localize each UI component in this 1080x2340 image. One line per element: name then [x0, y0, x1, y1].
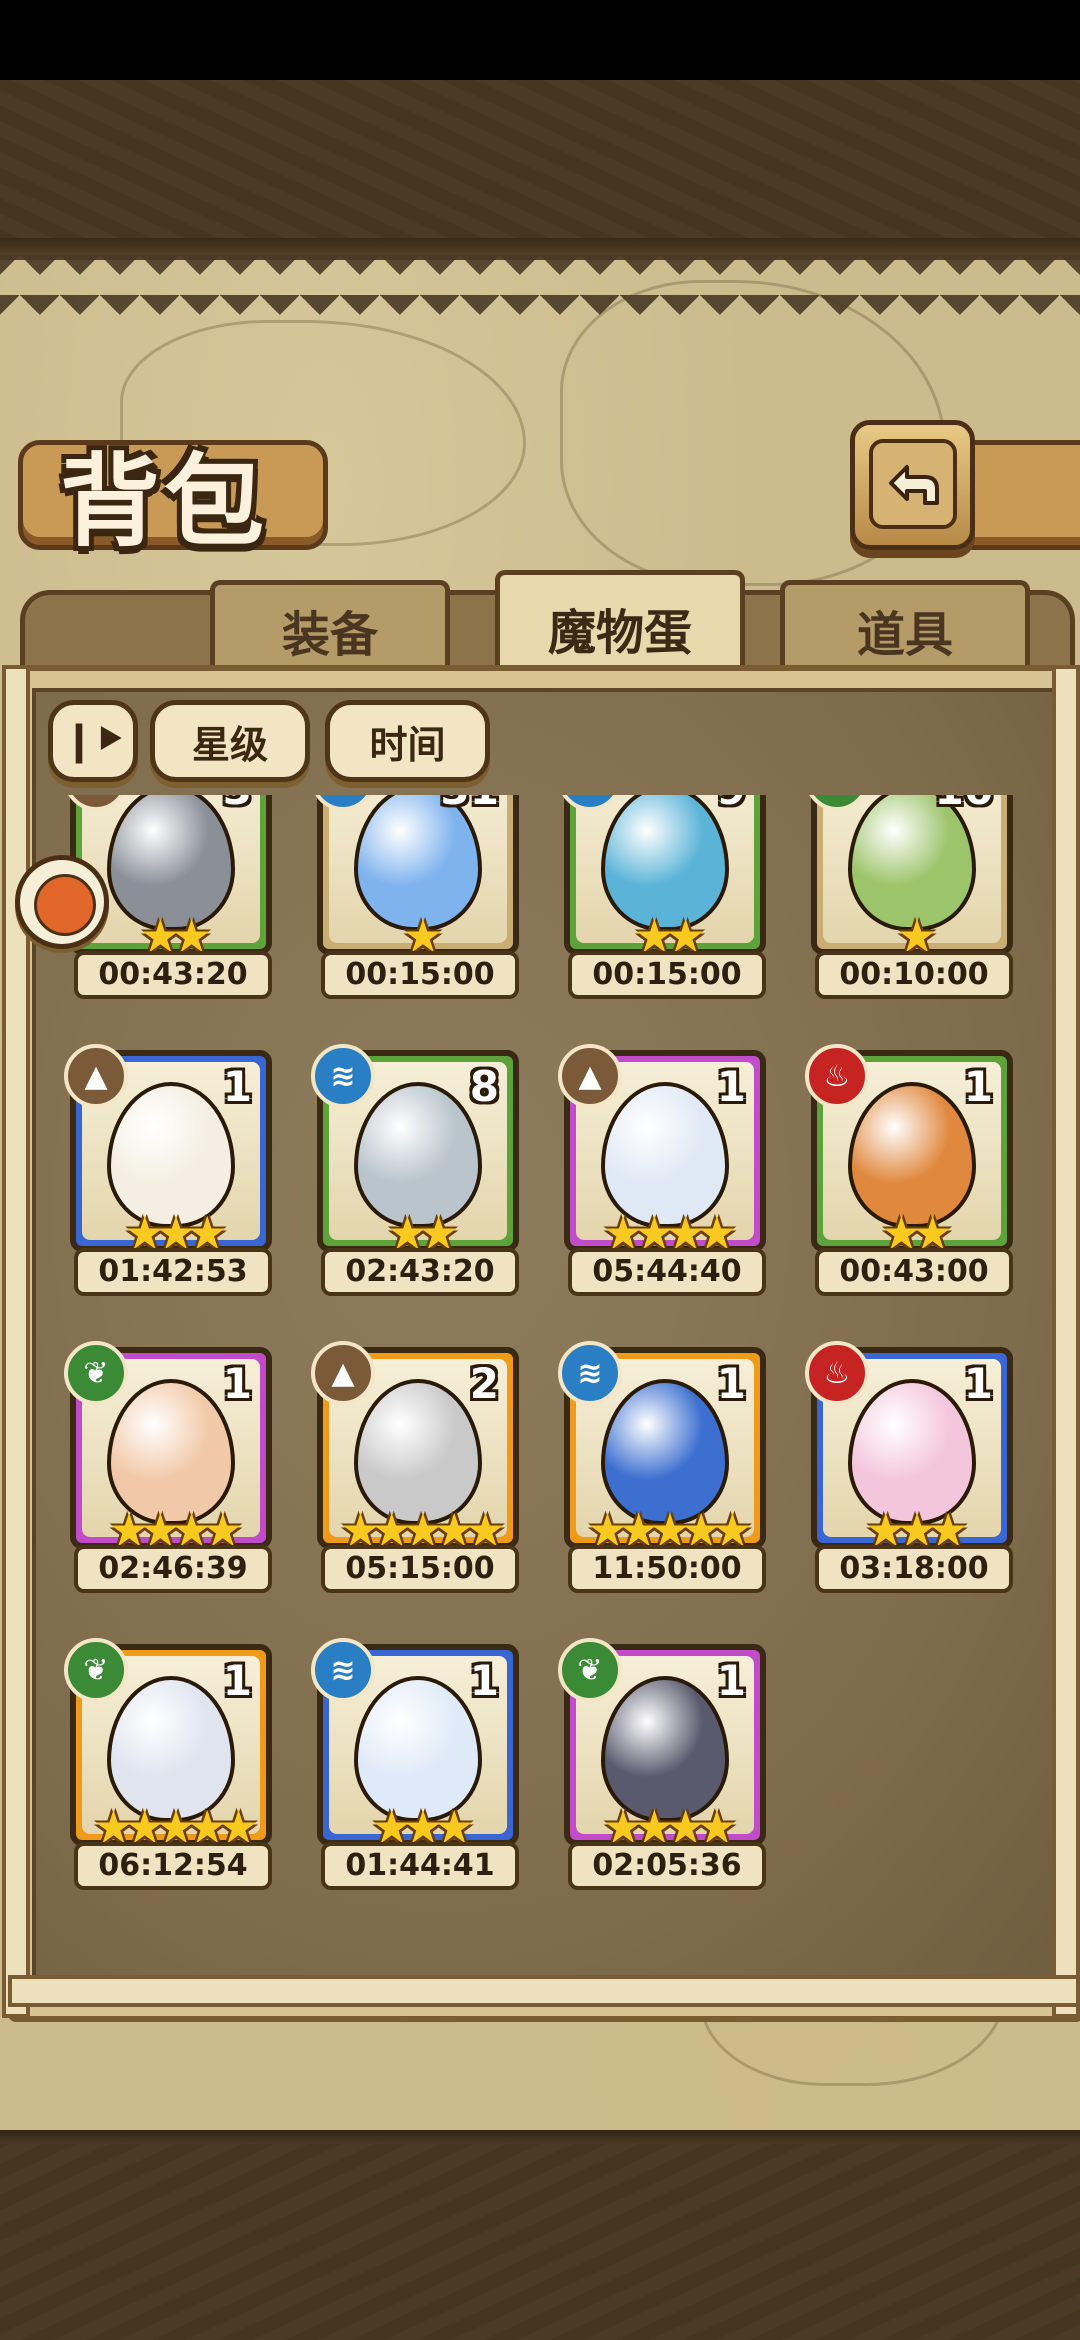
- egg-slot[interactable]: ≋ 9 ★★ 00:15:00: [558, 795, 774, 999]
- element-earth-icon: ▲: [311, 1341, 375, 1405]
- element-water-icon: ≋: [558, 1341, 622, 1405]
- egg-card[interactable]: ≋ 31 ★: [311, 795, 519, 959]
- egg-count: 1: [716, 1656, 746, 1705]
- egg-slot[interactable]: ❦ 16 ★ 00:10:00: [805, 795, 1021, 999]
- egg-card[interactable]: ♨ 1 ★★★: [805, 1341, 1013, 1553]
- egg-card[interactable]: ❦ 1 ★★★★★: [64, 1638, 272, 1850]
- element-leaf-icon: ❦: [64, 1638, 128, 1702]
- egg-slot[interactable]: ≋ 1 ★★★ 01:44:41: [311, 1638, 527, 1890]
- egg-slot[interactable]: ▲ 2 ★★★★★ 05:15:00: [311, 1341, 527, 1593]
- egg-slot[interactable]: ≋ 1 ★★★★★ 11:50:00: [558, 1341, 774, 1593]
- egg-count: 1: [963, 1359, 993, 1408]
- egg-slot[interactable]: ♨ 1 ★★ 00:43:00: [805, 1044, 1021, 1296]
- egg-count: 1: [716, 1062, 746, 1111]
- hatch-timer: 05:44:40: [568, 1248, 766, 1296]
- hatch-timer: 02:46:39: [74, 1545, 272, 1593]
- egg-card[interactable]: ❦ 1 ★★★★: [558, 1638, 766, 1850]
- egg-slot[interactable]: ❦ 1 ★★★★ 02:05:36: [558, 1638, 774, 1890]
- egg-card[interactable]: ≋ 1 ★★★★★: [558, 1341, 766, 1553]
- hatch-timer: 02:05:36: [568, 1842, 766, 1890]
- sort-by-star-label: 星级: [191, 722, 268, 767]
- element-earth-icon: ▲: [558, 1044, 622, 1108]
- egg-count: 3: [223, 795, 252, 814]
- egg-count: 1: [963, 1062, 993, 1111]
- egg-slot[interactable]: ▲ 1 ★★★★ 05:44:40: [558, 1044, 774, 1296]
- egg-count: 8: [469, 1062, 499, 1111]
- bottom-map-band: [0, 2130, 1080, 2340]
- egg-slot[interactable]: ▲ 1 ★★★ 01:42:53: [64, 1044, 280, 1296]
- tab-items[interactable]: 道具: [780, 580, 1030, 675]
- hatch-timer: 01:42:53: [74, 1248, 272, 1296]
- egg-slot[interactable]: ≋ 31 ★ 00:15:00: [311, 795, 527, 999]
- hatch-timer: 00:43:20: [74, 951, 272, 999]
- egg-count: 1: [222, 1062, 252, 1111]
- hatch-timer: 05:15:00: [321, 1545, 519, 1593]
- hatch-timer: 00:10:00: [815, 951, 1013, 999]
- egg-card[interactable]: ≋ 9 ★★: [558, 795, 766, 959]
- tab-items-label: 道具: [856, 607, 953, 663]
- hatch-timer: 00:15:00: [568, 951, 766, 999]
- tab-equipment[interactable]: 装备: [210, 580, 450, 675]
- element-fire-icon: ♨: [805, 1341, 869, 1405]
- egg-count: 1: [469, 1656, 499, 1705]
- egg-card[interactable]: ❦ 16 ★: [805, 795, 1013, 959]
- location-pin-button[interactable]: [15, 855, 109, 949]
- element-leaf-icon: ❦: [64, 1341, 128, 1405]
- element-water-icon: ≋: [311, 1638, 375, 1702]
- egg-card[interactable]: ▲ 2 ★★★★★: [311, 1341, 519, 1553]
- egg-count: 9: [717, 795, 746, 814]
- egg-card[interactable]: ≋ 8 ★★: [311, 1044, 519, 1256]
- egg-grid: ▲ 3 ★★ 00:43:20 ≋ 31 ★ 00:15:00 ≋ 9 ★★ 0…: [40, 795, 1040, 1975]
- left-rail: [2, 665, 30, 2018]
- egg-count: 1: [716, 1359, 746, 1408]
- return-arrow-icon: [869, 439, 957, 529]
- torn-edge-top: [0, 255, 1080, 315]
- tab-monster-eggs[interactable]: 魔物蛋: [495, 570, 745, 680]
- sort-toggle-button[interactable]: ❙⯈: [48, 700, 138, 782]
- right-rail: [1052, 665, 1080, 2018]
- egg-card[interactable]: ♨ 1 ★★: [805, 1044, 1013, 1256]
- bottom-rail: [8, 1975, 1080, 2007]
- element-water-icon: ≋: [311, 1044, 375, 1108]
- egg-count: 31: [441, 795, 499, 814]
- page-title: 背包: [60, 443, 268, 560]
- sort-by-time-button[interactable]: 时间: [325, 700, 490, 782]
- back-button[interactable]: [850, 420, 975, 550]
- tab-equipment-label: 装备: [281, 607, 378, 663]
- egg-count: 16: [935, 795, 993, 814]
- hatch-timer: 02:43:20: [321, 1248, 519, 1296]
- egg-count: 1: [222, 1656, 252, 1705]
- hatch-timer: 01:44:41: [321, 1842, 519, 1890]
- egg-card[interactable]: ❦ 1 ★★★★: [64, 1341, 272, 1553]
- egg-slot[interactable]: ♨ 1 ★★★ 03:18:00: [805, 1341, 1021, 1593]
- egg-card[interactable]: ≋ 1 ★★★: [311, 1638, 519, 1850]
- egg-slot[interactable]: ❦ 1 ★★★★★ 06:12:54: [64, 1638, 280, 1890]
- element-earth-icon: ▲: [64, 1044, 128, 1108]
- egg-slot[interactable]: ≋ 8 ★★ 02:43:20: [311, 1044, 527, 1296]
- hatch-timer: 11:50:00: [568, 1545, 766, 1593]
- egg-card[interactable]: ▲ 1 ★★★: [64, 1044, 272, 1256]
- hatch-timer: 03:18:00: [815, 1545, 1013, 1593]
- sort-toggle-icon: ❙⯈: [62, 718, 126, 764]
- egg-card[interactable]: ▲ 1 ★★★★: [558, 1044, 766, 1256]
- egg-count: 2: [469, 1359, 499, 1408]
- sort-by-time-label: 时间: [369, 722, 446, 767]
- hatch-timer: 00:15:00: [321, 951, 519, 999]
- pin-icon: [34, 874, 96, 936]
- element-leaf-icon: ❦: [558, 1638, 622, 1702]
- egg-count: 1: [222, 1359, 252, 1408]
- hatch-timer: 06:12:54: [74, 1842, 272, 1890]
- element-fire-icon: ♨: [805, 1044, 869, 1108]
- hatch-timer: 00:43:00: [815, 1248, 1013, 1296]
- tab-monster-eggs-label: 魔物蛋: [547, 604, 692, 661]
- status-bar: [0, 0, 1080, 80]
- top-map-band: [0, 80, 1080, 260]
- egg-slot[interactable]: ❦ 1 ★★★★ 02:46:39: [64, 1341, 280, 1593]
- sort-by-star-button[interactable]: 星级: [150, 700, 310, 782]
